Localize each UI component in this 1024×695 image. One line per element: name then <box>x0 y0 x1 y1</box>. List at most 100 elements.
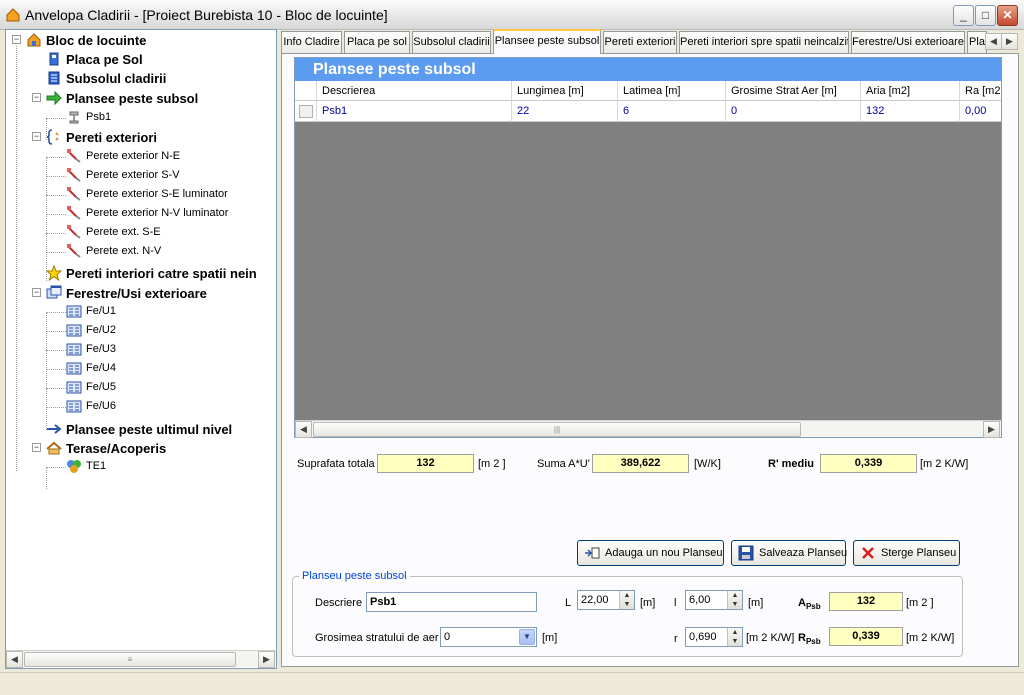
tree-item-wall[interactable]: Perete exterior S-V <box>66 166 180 184</box>
maximize-button[interactable]: □ <box>975 5 996 26</box>
tab-placa-sol[interactable]: Placa pe sol <box>344 31 410 53</box>
air-label: Grosimea stratului de aer <box>315 632 439 644</box>
scroll-left-icon[interactable]: ◀ <box>295 421 312 438</box>
tree-item-plansee-subsol[interactable]: Plansee peste subsol <box>46 89 198 107</box>
wall-tool-icon <box>66 243 82 259</box>
tree-item-window[interactable]: Fe/U2 <box>66 321 116 339</box>
tree-item-wall[interactable]: Perete exterior N-E <box>66 147 180 165</box>
tree-item-wall[interactable]: Perete exterior N-V luminator <box>66 204 228 222</box>
save-planseu-button[interactable]: Salveaza Planseu <box>731 540 847 566</box>
tree-item-window[interactable]: Fe/U1 <box>66 302 116 320</box>
tree-root[interactable]: Bloc de locuinte <box>26 31 146 49</box>
scroll-right-icon[interactable]: ▶ <box>258 651 275 668</box>
basement-icon <box>46 70 62 86</box>
length-stepper[interactable]: ▲ ▼ <box>619 591 634 609</box>
group-title: Planseu peste subsol <box>299 570 410 582</box>
delete-x-icon <box>860 545 876 561</box>
slab-icon <box>46 51 62 67</box>
plansee-grid[interactable]: Plansee peste subsol Descrierea Lungimea… <box>294 57 1002 438</box>
resistance-input[interactable]: 0,690 ▲ ▼ <box>685 627 743 647</box>
tree-item-terase[interactable]: Terase/Acoperis <box>46 439 166 457</box>
resistance-stepper[interactable]: ▲ ▼ <box>727 628 742 646</box>
tab-info-cladire[interactable]: Info Cladire <box>281 31 342 53</box>
tree-item-wall[interactable]: Perete ext. N-V <box>66 242 161 260</box>
delete-planseu-button[interactable]: Sterge Planseu <box>853 540 960 566</box>
tree-item-pereti-interiori[interactable]: Pereti interiori catre spatii nein <box>45 264 257 282</box>
chevron-down-icon[interactable]: ▼ <box>519 629 535 645</box>
tree-item-plansee-ultim[interactable]: Plansee peste ultimul nivel <box>46 420 232 438</box>
tree-horizontal-scrollbar[interactable]: ◀ ≡ ▶ <box>6 650 276 668</box>
expand-toggle[interactable]: − <box>12 35 21 44</box>
area-unit: [m 2 ] <box>906 597 934 609</box>
row-selector[interactable] <box>295 101 317 122</box>
cell-lungimea[interactable]: 22 <box>512 101 618 122</box>
tree-item-te1[interactable]: TE1 <box>66 457 106 475</box>
col-aria[interactable]: Aria [m2] <box>861 81 960 101</box>
grid-title: Plansee peste subsol <box>295 58 1001 81</box>
scroll-left-icon[interactable]: ◀ <box>6 651 23 668</box>
expand-toggle[interactable]: − <box>32 132 41 141</box>
sum-au-unit: [W/K] <box>694 458 721 470</box>
expand-toggle[interactable]: − <box>32 288 41 297</box>
grid-horizontal-scrollbar[interactable]: ◀ ||| ▶ <box>295 420 1001 438</box>
description-input[interactable]: Psb1 <box>366 592 537 612</box>
cell-aria[interactable]: 132 <box>861 101 960 122</box>
star-icon <box>45 264 63 282</box>
width-stepper[interactable]: ▲ ▼ <box>727 591 742 609</box>
project-tree[interactable]: − Bloc de locuinte Placa pe Sol Subsolul… <box>5 29 277 669</box>
tab-right-icon[interactable]: ▶ <box>1001 33 1018 50</box>
tree-item-psb1[interactable]: Psb1 <box>66 108 111 126</box>
col-descrierea[interactable]: Descrierea <box>317 81 512 101</box>
scroll-thumb[interactable]: ||| <box>313 422 801 437</box>
col-latimea[interactable]: Latimea [m] <box>618 81 726 101</box>
scroll-thumb[interactable]: ≡ <box>24 652 236 667</box>
l-unit: [m] <box>748 597 764 609</box>
tree-item-wall[interactable]: Perete exterior S-E luminator <box>66 185 228 203</box>
length-input[interactable]: 22,00 ▲ ▼ <box>577 590 635 610</box>
tab-scroll-arrows: ◀ ▶ <box>985 33 1019 50</box>
tree-item-subsol[interactable]: Subsolul cladirii <box>46 69 166 87</box>
cell-ra[interactable]: 0,00 <box>960 101 1001 122</box>
tree-item-window[interactable]: Fe/U4 <box>66 359 116 377</box>
tab-overflow[interactable]: Pla <box>967 31 987 53</box>
width-input[interactable]: 6,00 ▲ ▼ <box>685 590 743 610</box>
wall-tool-icon <box>66 224 82 240</box>
window-icon <box>66 303 82 319</box>
tab-pereti-exteriori[interactable]: Pereti exteriori <box>603 31 677 53</box>
tab-left-icon[interactable]: ◀ <box>985 33 1002 50</box>
cell-latimea[interactable]: 6 <box>618 101 726 122</box>
R-value: 0,339 <box>829 627 903 646</box>
table-row[interactable]: Psb1 22 6 0 132 0,00 <box>295 101 1001 122</box>
R-unit: [m 2 K/W] <box>906 632 955 644</box>
tree-item-window[interactable]: Fe/U5 <box>66 378 116 396</box>
tab-pereti-interiori[interactable]: Pereti interiori spre spatii neincalzite <box>679 31 849 53</box>
surface-total-value: 132 <box>377 454 474 473</box>
expand-toggle[interactable]: − <box>32 443 41 452</box>
scroll-right-icon[interactable]: ▶ <box>983 421 1000 438</box>
tab-ferestre[interactable]: Ferestre/Usi exterioare <box>851 31 965 53</box>
tree-item-ferestre[interactable]: Ferestre/Usi exterioare <box>46 284 207 302</box>
tree-item-window[interactable]: Fe/U3 <box>66 340 116 358</box>
col-lungimea[interactable]: Lungimea [m] <box>512 81 618 101</box>
col-grosime[interactable]: Grosime Strat Aer [m] <box>726 81 861 101</box>
tab-strip: Info Cladire Placa pe sol Subsolul cladi… <box>281 29 1019 54</box>
window-icon <box>66 379 82 395</box>
air-gap-select[interactable]: 0 ▼ <box>440 627 537 647</box>
window-icon <box>66 322 82 338</box>
window-icon <box>66 398 82 414</box>
L-label: L <box>565 597 572 609</box>
tab-subsol[interactable]: Subsolul cladirii <box>412 31 491 53</box>
tab-plansee-subsol[interactable]: Plansee peste subsol <box>493 29 601 54</box>
house-icon <box>26 32 42 48</box>
cell-grosime[interactable]: 0 <box>726 101 861 122</box>
tree-item-pereti-exteriori[interactable]: Pereti exteriori <box>46 128 157 146</box>
add-planseu-button[interactable]: Adauga un nou Planseu <box>577 540 724 566</box>
tree-item-placa-sol[interactable]: Placa pe Sol <box>46 50 143 68</box>
minimize-button[interactable]: _ <box>953 5 974 26</box>
col-ra[interactable]: Ra [m2K <box>960 81 1001 101</box>
tree-item-wall[interactable]: Perete ext. S-E <box>66 223 161 241</box>
tree-item-window[interactable]: Fe/U6 <box>66 397 116 415</box>
cell-descrierea[interactable]: Psb1 <box>317 101 512 122</box>
close-button[interactable]: ✕ <box>997 5 1018 26</box>
expand-toggle[interactable]: − <box>32 93 41 102</box>
